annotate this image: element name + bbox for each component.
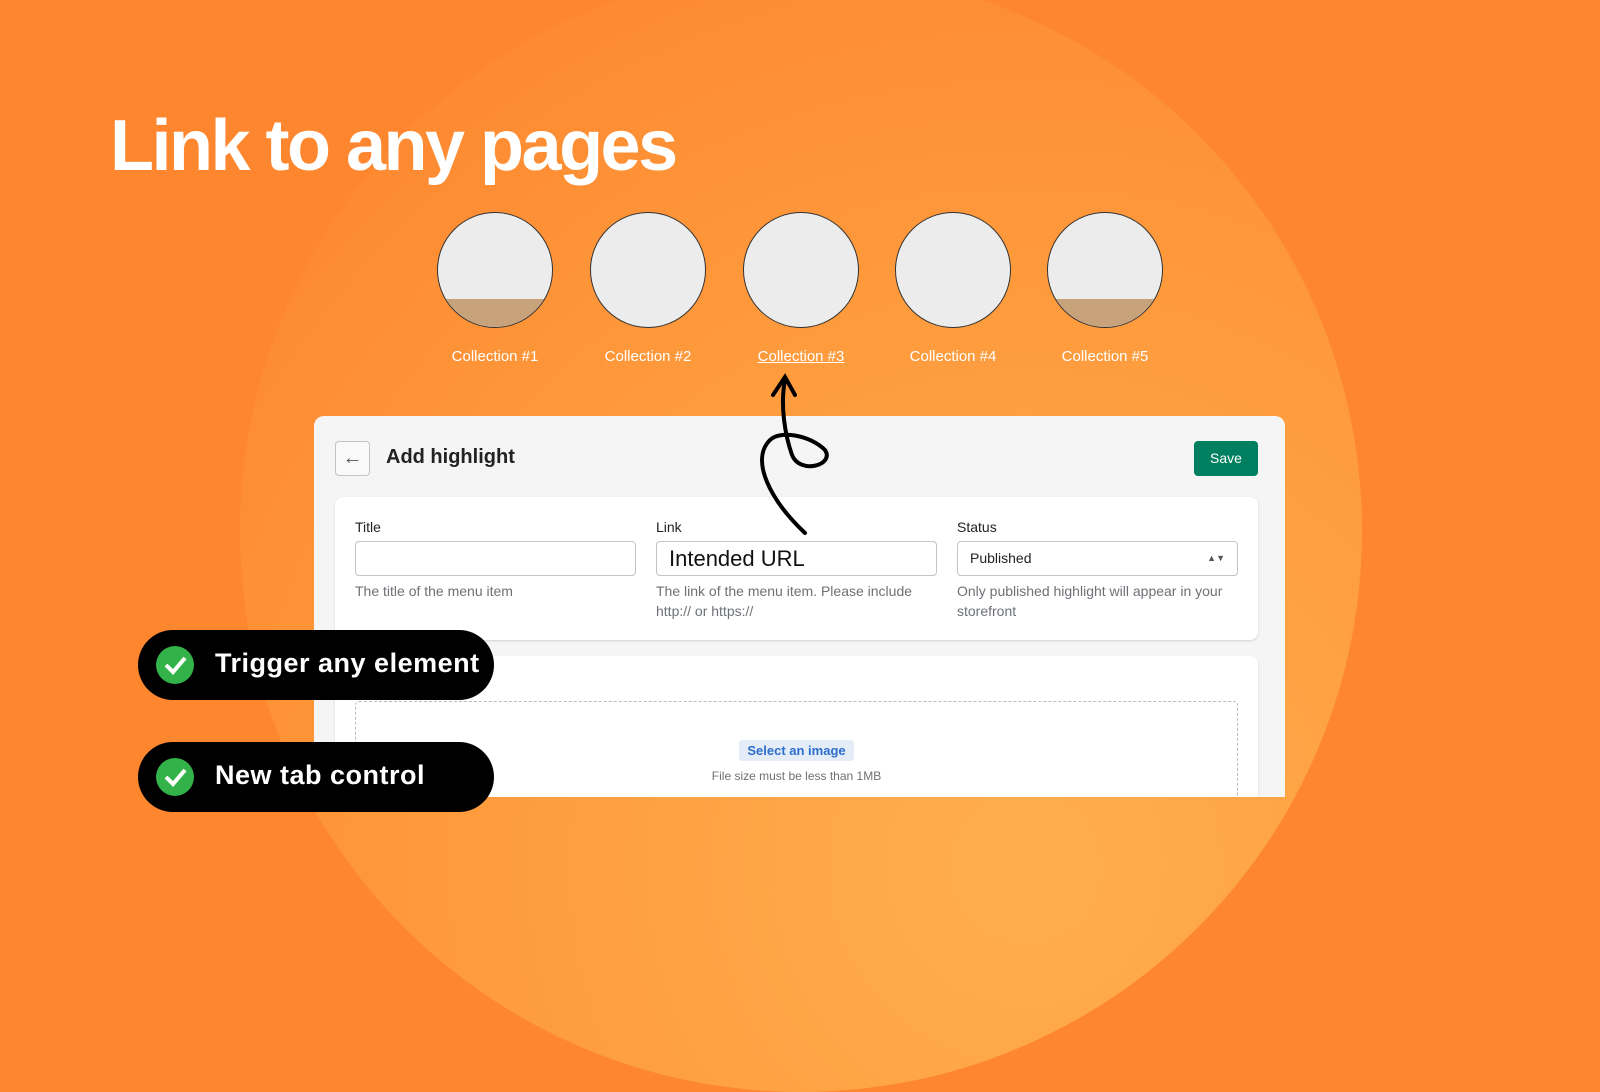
status-help: Only published highlight will appear in … xyxy=(957,583,1223,619)
select-arrows-icon: ▲▼ xyxy=(1207,553,1225,563)
status-value: Published xyxy=(970,550,1032,566)
arrow-left-icon: ← xyxy=(342,447,363,469)
feature-label: New tab control xyxy=(215,760,426,790)
collection-label[interactable]: Collection #4 xyxy=(878,348,1028,365)
collection-image xyxy=(743,212,859,328)
collection-label[interactable]: Collection #2 xyxy=(573,348,723,365)
status-label: Status xyxy=(957,519,997,535)
collection-image xyxy=(1047,212,1163,328)
collection-image xyxy=(437,212,553,328)
feature-badge: New tab control xyxy=(138,742,494,812)
collection-label[interactable]: Collection #3 xyxy=(726,348,876,365)
headline: Link to any pages xyxy=(110,106,678,186)
link-help: The link of the menu item. Please includ… xyxy=(656,583,913,619)
collection-3[interactable]: Collection #3 xyxy=(726,212,876,365)
feature-badge: Trigger any element xyxy=(138,630,494,700)
title-input[interactable] xyxy=(355,541,636,576)
feature-label: Trigger any element xyxy=(215,648,480,678)
collection-image xyxy=(590,212,706,328)
link-input[interactable]: Intended URL xyxy=(656,541,937,576)
title-label: Title xyxy=(355,519,381,535)
select-image-button[interactable]: Select an image xyxy=(739,740,854,761)
collection-label[interactable]: Collection #1 xyxy=(420,348,570,365)
page-title: Add highlight xyxy=(386,446,515,468)
collection-image xyxy=(895,212,1011,328)
collection-label[interactable]: Collection #5 xyxy=(1030,348,1180,365)
back-button[interactable]: ← xyxy=(335,441,370,476)
curly-arrow-icon xyxy=(760,373,829,535)
title-field: Title The title of the menu item xyxy=(355,519,636,601)
collection-2[interactable]: Collection #2 xyxy=(573,212,723,365)
status-field: Status Published ▲▼ Only published highli… xyxy=(957,519,1238,621)
collection-4[interactable]: Collection #4 xyxy=(878,212,1028,365)
save-button[interactable]: Save xyxy=(1194,441,1258,476)
status-select[interactable]: Published ▲▼ xyxy=(957,541,1238,576)
collection-5[interactable]: Collection #5 xyxy=(1030,212,1180,365)
collection-1[interactable]: Collection #1 xyxy=(420,212,570,365)
check-icon xyxy=(156,758,194,796)
title-help: The title of the menu item xyxy=(355,583,513,599)
check-icon xyxy=(156,646,194,684)
